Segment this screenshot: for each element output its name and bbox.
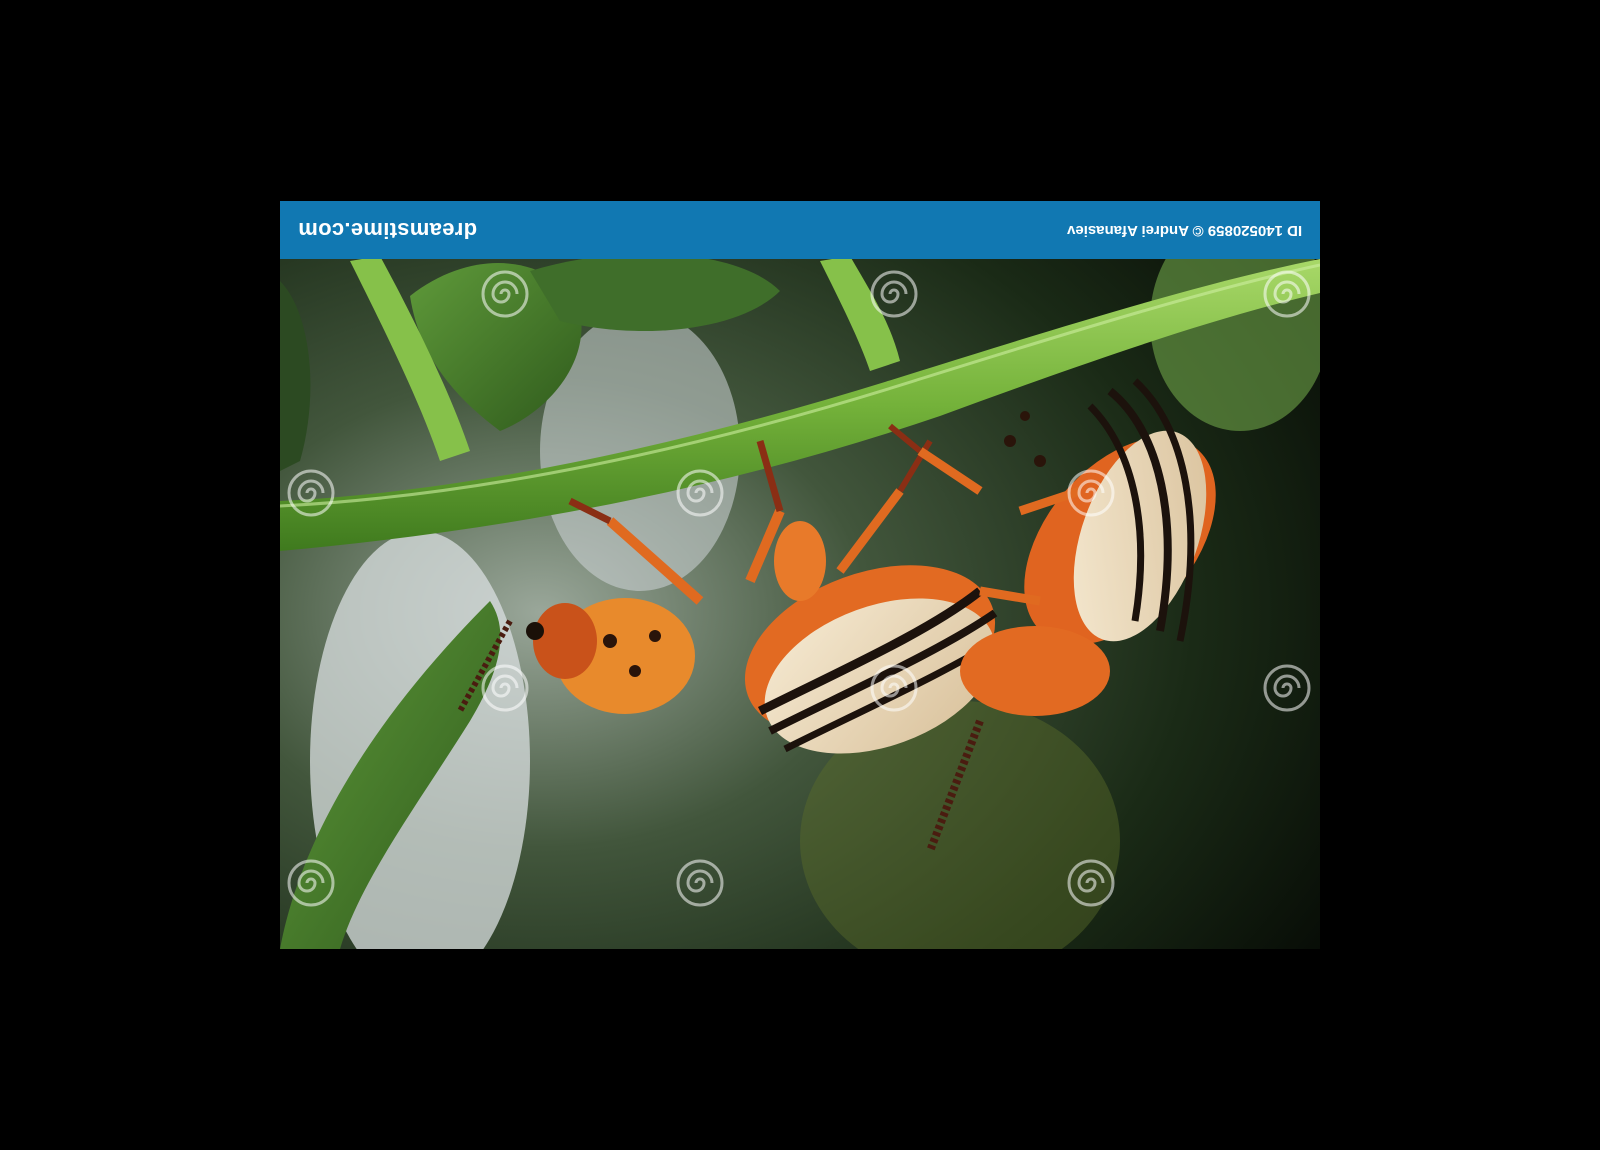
dreamstime-logo-text: dreamstime.com	[298, 218, 478, 243]
banner-text-row: dreamstime.com ID 140520859 © Andrei Afa…	[280, 201, 1320, 259]
photo	[280, 201, 1320, 949]
image-credit: ID 140520859 © Andrei Afanasiev	[1066, 221, 1302, 239]
